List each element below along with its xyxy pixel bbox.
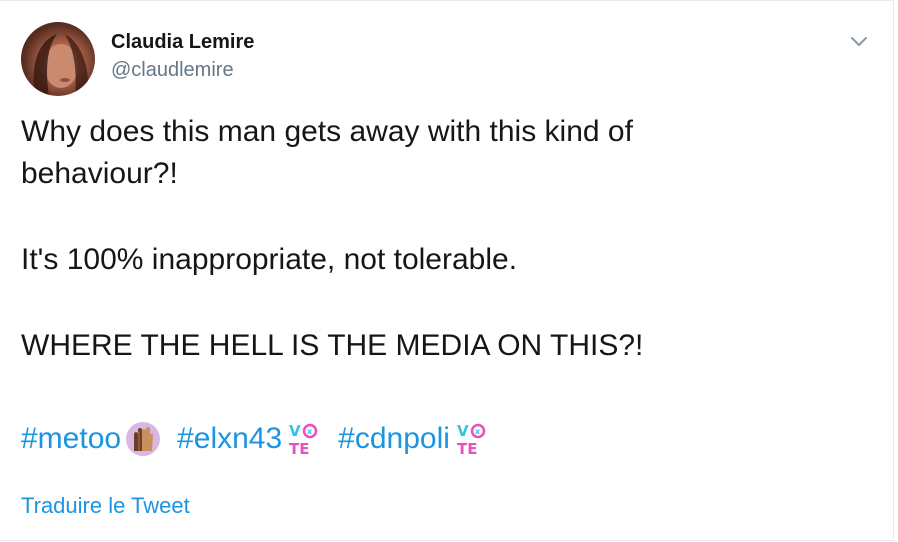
hashtag-cdnpoli[interactable]: #cdnpoli xyxy=(338,422,450,456)
svg-text:TE: TE xyxy=(457,440,477,457)
svg-text:x: x xyxy=(307,427,313,436)
vote-badge-emoji: V x TE xyxy=(286,421,322,458)
svg-text:V: V xyxy=(457,422,469,440)
vote-badge-emoji: V x TE xyxy=(454,421,490,458)
tweet-line: Why does this man gets away with this ki… xyxy=(21,115,633,148)
hashtag-elxn43[interactable]: #elxn43 xyxy=(177,422,282,456)
svg-text:TE: TE xyxy=(289,440,309,457)
tweet-text: Why does this man gets away with this ki… xyxy=(21,111,861,367)
hashtag-metoo[interactable]: #metoo xyxy=(21,422,121,456)
tweet-line: WHERE THE HELL IS THE MEDIA ON THIS?! xyxy=(21,329,644,362)
author-handle[interactable]: @claudlemire xyxy=(111,59,234,82)
raised-hands-emoji xyxy=(125,421,161,457)
author-name[interactable]: Claudia Lemire xyxy=(111,31,254,54)
avatar-photo xyxy=(33,34,89,96)
chevron-down-icon[interactable] xyxy=(846,31,872,51)
svg-text:x: x xyxy=(475,427,481,436)
tweet-line: behaviour?! xyxy=(21,157,178,190)
svg-text:V: V xyxy=(289,422,301,440)
hashtag-row: #metoo #elxn43 V x TE #cdnpoli V x TE xyxy=(21,417,494,461)
translate-tweet-link[interactable]: Traduire le Tweet xyxy=(21,493,190,519)
tweet-line: It's 100% inappropriate, not tolerable. xyxy=(21,243,518,276)
avatar[interactable] xyxy=(21,22,95,96)
tweet-card[interactable]: Claudia Lemire @claudlemire Why does thi… xyxy=(0,0,894,541)
